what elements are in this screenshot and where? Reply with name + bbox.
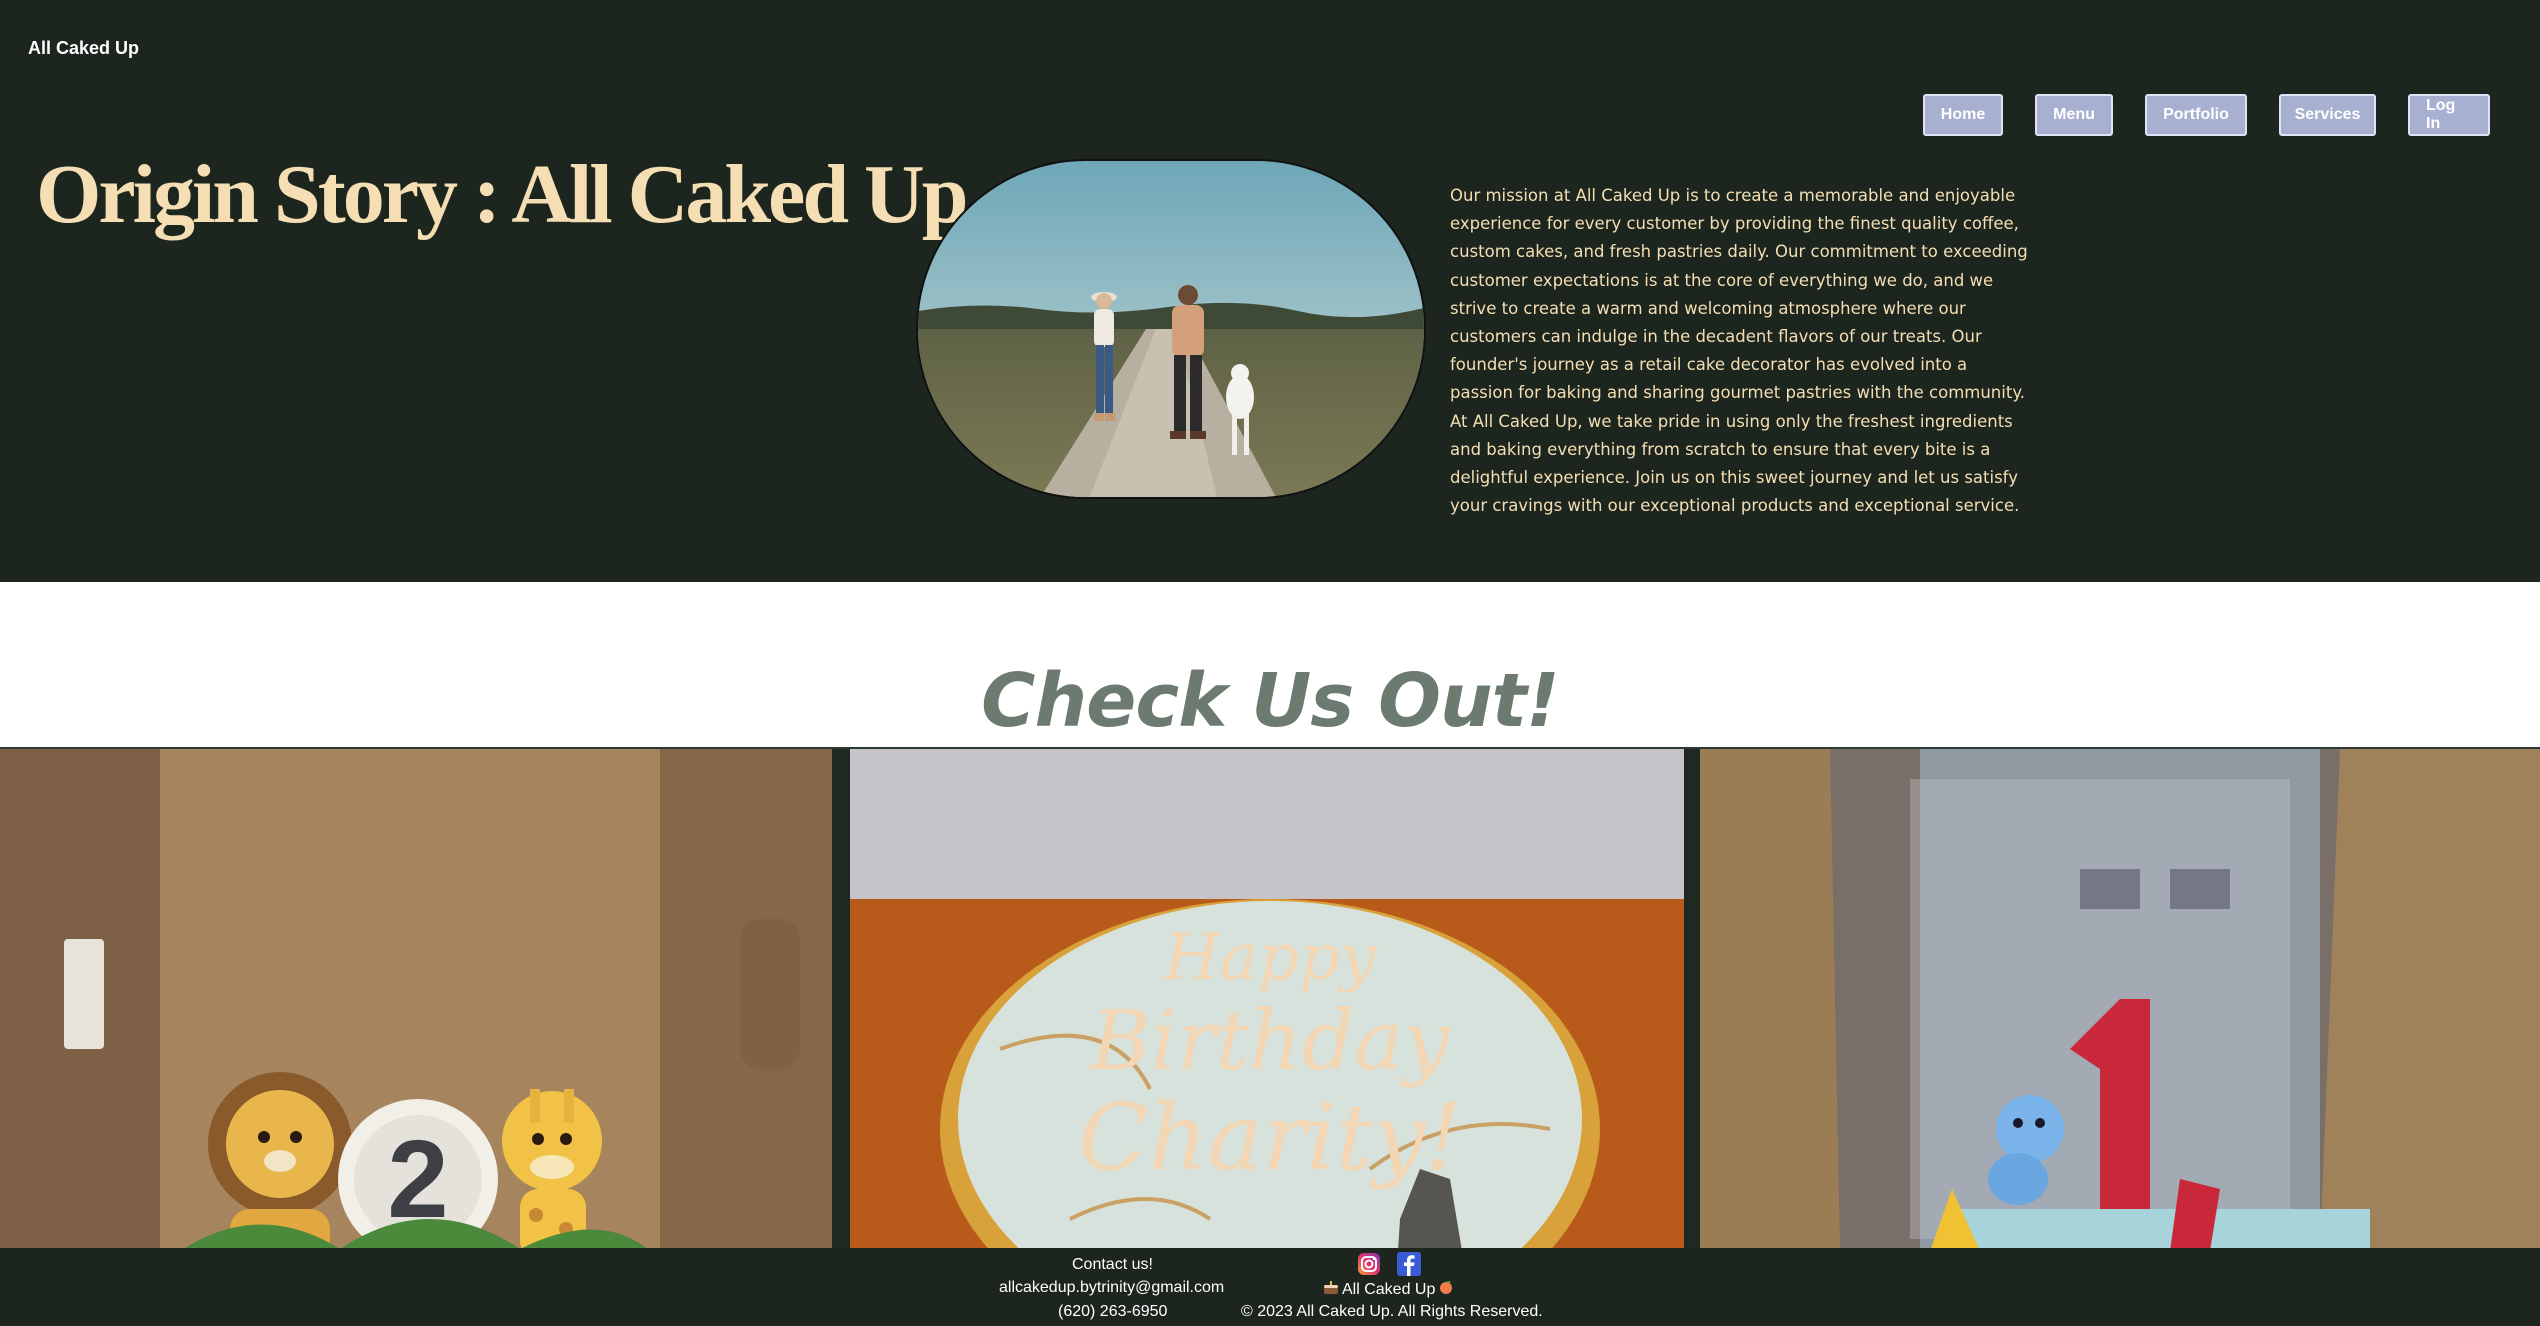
contact-email[interactable]: allcakedup.bytrinity@gmail.com — [999, 1279, 1224, 1297]
nav-portfolio-button[interactable]: Portfolio — [2145, 94, 2247, 136]
footer-brand-line: All Caked Up — [1323, 1279, 1454, 1300]
contact-label: Contact us! — [1072, 1256, 1153, 1273]
mission-statement: Our mission at All Caked Up is to create… — [1450, 186, 2028, 516]
gallery-image-birthday-cake[interactable]: Happy Birthday Charity! — [850, 749, 1684, 1251]
copyright: © 2023 All Caked Up. All Rights Reserved… — [1241, 1303, 1543, 1320]
nav-home-button[interactable]: Home — [1923, 94, 2003, 136]
peach-icon — [1438, 1279, 1454, 1300]
gallery-image-safari-cake[interactable]: 2 — [0, 749, 832, 1251]
svg-text:Happy: Happy — [1163, 921, 1377, 995]
nav-login-button[interactable]: Log In — [2408, 94, 2490, 136]
page-title: Origin Story : All Caked Up — [36, 148, 968, 241]
svg-text:Charity!: Charity! — [1078, 1084, 1462, 1191]
instagram-icon[interactable] — [1357, 1252, 1381, 1276]
site-brand[interactable]: All Caked Up — [28, 38, 139, 59]
site-footer: Contact us! allcakedup.bytrinity@gmail.c… — [0, 1248, 2540, 1326]
founders-photo — [916, 159, 1426, 499]
hero-section: All Caked Up Home Menu Portfolio Service… — [0, 0, 2540, 582]
nav-services-button[interactable]: Services — [2279, 94, 2376, 136]
nav-menu-button[interactable]: Menu — [2035, 94, 2113, 136]
footer-brand-text: All Caked Up — [1342, 1280, 1436, 1298]
cake-icon — [1323, 1279, 1339, 1300]
main-nav: Home Menu Portfolio Services Log In — [1923, 94, 2490, 136]
contact-phone[interactable]: (620) 263-6950 — [1058, 1303, 1167, 1321]
section-heading: Check Us Out! — [981, 658, 1560, 744]
gallery-image-first-birthday-cake[interactable] — [1700, 749, 2540, 1251]
cake-gallery: 2 Happy Birthday Charity! — [0, 747, 2540, 1251]
facebook-icon[interactable] — [1397, 1252, 1421, 1276]
svg-text:Birthday: Birthday — [1088, 994, 1451, 1089]
